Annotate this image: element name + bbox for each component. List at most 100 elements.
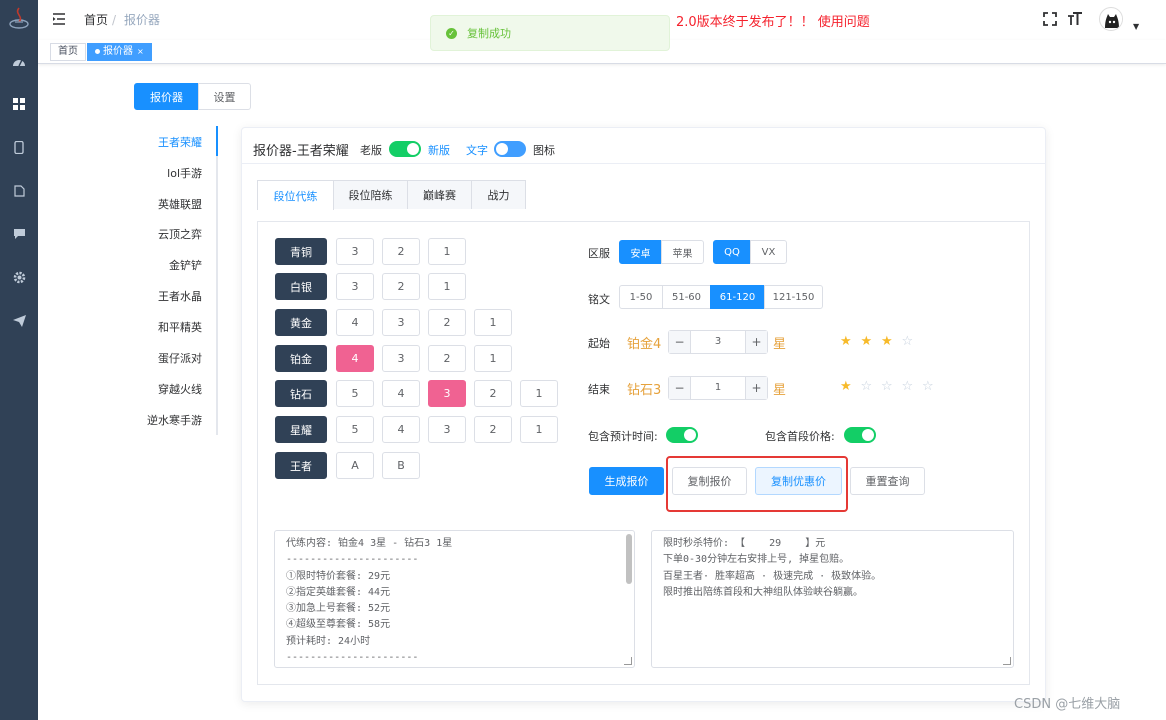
rank-division-button[interactable]: 1: [520, 416, 558, 443]
rank-division-button[interactable]: 2: [382, 273, 420, 300]
tab-settings[interactable]: 设置: [198, 83, 251, 110]
rank-division-button[interactable]: 2: [474, 380, 512, 407]
tab-peak-match[interactable]: 巅峰赛: [407, 180, 472, 209]
rank-division-button[interactable]: A: [336, 452, 374, 479]
game-item[interactable]: 云顶之弈: [158, 226, 202, 242]
caret-down-icon[interactable]: ▼: [1133, 22, 1139, 31]
rank-tier-button[interactable]: 钻石: [275, 380, 327, 407]
gear-icon[interactable]: [11, 269, 27, 285]
rank-division-button[interactable]: 2: [428, 309, 466, 336]
rank-division-button[interactable]: 3: [336, 273, 374, 300]
grid-icon[interactable]: [11, 96, 27, 112]
font-size-icon[interactable]: [1066, 10, 1084, 28]
announcement-link[interactable]: 2.0版本终于发布了！！ 使用问题: [676, 14, 870, 32]
dashboard-icon[interactable]: [11, 53, 27, 69]
textarea-scrollbar[interactable]: [626, 534, 632, 584]
rank-division-button[interactable]: 5: [336, 416, 374, 443]
rank-tier-button[interactable]: 黄金: [275, 309, 327, 336]
rank-division-button[interactable]: 4: [336, 345, 374, 372]
rank-division-button[interactable]: 2: [474, 416, 512, 443]
game-item[interactable]: 逆水寒手游: [147, 412, 202, 428]
version-switch[interactable]: [389, 141, 421, 157]
reset-query-button[interactable]: 重置查询: [850, 467, 925, 495]
include-first-price-switch[interactable]: [844, 427, 876, 443]
include-time-switch[interactable]: [666, 427, 698, 443]
rank-division-button[interactable]: 3: [382, 309, 420, 336]
game-item[interactable]: 蛋仔派对: [158, 350, 202, 366]
game-item[interactable]: 和平精英: [158, 319, 202, 335]
rank-division-button[interactable]: 1: [428, 273, 466, 300]
game-menu: 王者荣耀 lol手游英雄联盟云顶之弈金铲铲王者水晶和平精英蛋仔派对穿越火线逆水寒手…: [140, 126, 218, 435]
textarea-line: 代练内容: 铂金4 3星 - 钻石3 1星: [286, 538, 453, 549]
close-icon[interactable]: ×: [137, 47, 144, 56]
rank-tier-button[interactable]: 星耀: [275, 416, 327, 443]
breadcrumb-home[interactable]: 首页: [84, 12, 108, 28]
phone-icon[interactable]: [11, 139, 27, 155]
breadcrumb-current: 报价器: [124, 13, 161, 27]
tag-current[interactable]: 报价器 ×: [87, 43, 152, 61]
rank-tier-button[interactable]: 青铜: [275, 238, 327, 265]
rank-tier-button[interactable]: 王者: [275, 452, 327, 479]
tab-rank-coach[interactable]: 段位陪练: [333, 180, 408, 209]
game-active-indicator: [216, 126, 218, 156]
rank-division-button[interactable]: 4: [382, 416, 420, 443]
rank-division-button[interactable]: 3: [336, 238, 374, 265]
hamburger-icon[interactable]: [52, 12, 66, 26]
end-star-value[interactable]: 1: [691, 377, 745, 399]
tab-quoter[interactable]: 报价器: [134, 83, 199, 110]
channel-vx[interactable]: VX: [750, 240, 787, 264]
start-label: 起始: [588, 337, 610, 350]
inscription-1-50[interactable]: 1-50: [619, 285, 663, 309]
rank-division-button[interactable]: 1: [474, 345, 512, 372]
game-item[interactable]: lol手游: [167, 165, 202, 181]
start-star-stepper[interactable]: − 3 +: [668, 330, 768, 354]
include-first-price-label: 包含首段价格:: [765, 430, 835, 443]
game-item[interactable]: 英雄联盟: [158, 196, 202, 212]
rank-division-button[interactable]: 4: [382, 380, 420, 407]
rank-division-button[interactable]: 3: [382, 345, 420, 372]
rank-division-button[interactable]: 3: [428, 380, 466, 407]
inscription-61-120[interactable]: 61-120: [710, 285, 765, 309]
start-star-value[interactable]: 3: [691, 331, 745, 353]
end-star-stepper[interactable]: − 1 +: [668, 376, 768, 400]
tag-home[interactable]: 首页: [50, 43, 86, 61]
platform-android[interactable]: 安卓: [619, 240, 662, 264]
rank-division-button[interactable]: 2: [428, 345, 466, 372]
fullscreen-icon[interactable]: [1041, 10, 1059, 28]
tab-rank-boost[interactable]: 段位代练: [257, 180, 334, 210]
inscription-121-150[interactable]: 121-150: [764, 285, 823, 309]
minus-icon[interactable]: −: [669, 331, 691, 353]
announcement-text[interactable]: 2.0版本终于发布了！！ 使用问题: [676, 15, 870, 30]
resize-handle-icon[interactable]: [1003, 657, 1011, 665]
document-icon[interactable]: [11, 183, 27, 199]
rank-division-button[interactable]: 1: [428, 238, 466, 265]
rank-tier-button[interactable]: 铂金: [275, 345, 327, 372]
minus-icon[interactable]: −: [669, 377, 691, 399]
game-item[interactable]: 穿越火线: [158, 381, 202, 397]
plus-icon[interactable]: +: [745, 377, 767, 399]
rank-division-button[interactable]: 2: [382, 238, 420, 265]
game-item[interactable]: 王者荣耀: [158, 134, 202, 150]
game-item[interactable]: 王者水晶: [158, 288, 202, 304]
platform-ios[interactable]: 苹果: [661, 240, 704, 264]
tab-power[interactable]: 战力: [471, 180, 526, 209]
rank-tier-button[interactable]: 白银: [275, 273, 327, 300]
rank-division-button[interactable]: 1: [474, 309, 512, 336]
display-mode-switch[interactable]: [494, 141, 526, 157]
game-item[interactable]: 金铲铲: [169, 257, 202, 273]
channel-qq[interactable]: QQ: [713, 240, 751, 264]
message-icon[interactable]: [11, 226, 27, 242]
quote-textarea[interactable]: 代练内容: 铂金4 3星 - 钻石3 1星 -------------------…: [274, 530, 635, 668]
rank-division-button[interactable]: 4: [336, 309, 374, 336]
resize-handle-icon[interactable]: [624, 657, 632, 665]
rank-division-button[interactable]: 1: [520, 380, 558, 407]
generate-quote-button[interactable]: 生成报价: [589, 467, 664, 495]
avatar[interactable]: [1099, 7, 1123, 31]
plus-icon[interactable]: +: [745, 331, 767, 353]
rank-division-button[interactable]: 3: [428, 416, 466, 443]
discount-textarea[interactable]: 限时秒杀特价: 【 29 】元 下单0-30分钟左右安排上号, 掉星包赔。 百星王者…: [651, 530, 1014, 668]
send-icon[interactable]: [11, 313, 27, 329]
inscription-51-60[interactable]: 51-60: [662, 285, 711, 309]
rank-division-button[interactable]: B: [382, 452, 420, 479]
rank-division-button[interactable]: 5: [336, 380, 374, 407]
